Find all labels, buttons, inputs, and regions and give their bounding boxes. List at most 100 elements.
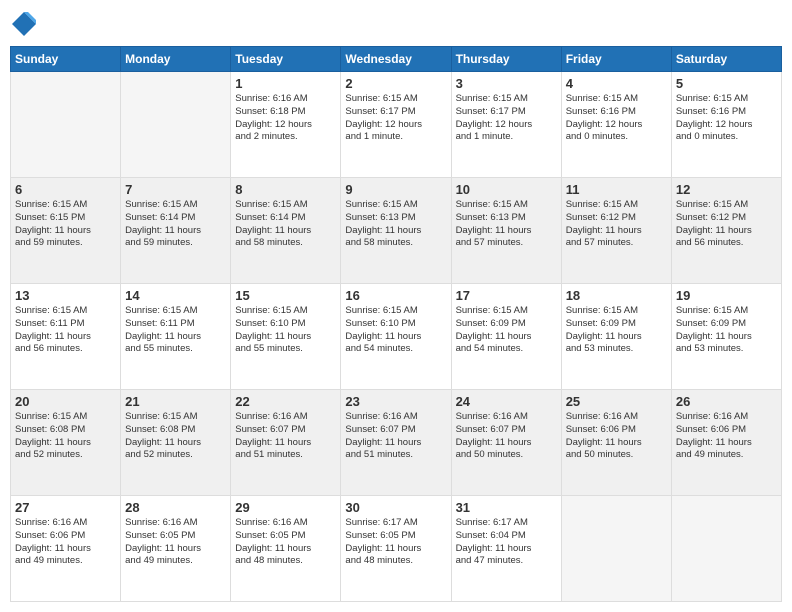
calendar-cell: 8 Sunrise: 6:15 AM Sunset: 6:14 PM Daylig…: [231, 178, 341, 284]
calendar-cell: 19 Sunrise: 6:15 AM Sunset: 6:09 PM Dayli…: [671, 284, 781, 390]
cell-info: Sunrise: 6:16 AM Sunset: 6:06 PM Dayligh…: [566, 411, 667, 462]
cell-info: Sunrise: 6:16 AM Sunset: 6:07 PM Dayligh…: [456, 411, 557, 462]
col-header-saturday: Saturday: [671, 47, 781, 72]
col-header-wednesday: Wednesday: [341, 47, 451, 72]
day-number: 8: [235, 182, 336, 197]
calendar-cell: 13 Sunrise: 6:15 AM Sunset: 6:11 PM Dayli…: [11, 284, 121, 390]
day-number: 18: [566, 288, 667, 303]
calendar-cell: 1 Sunrise: 6:16 AM Sunset: 6:18 PM Daylig…: [231, 72, 341, 178]
calendar-cell: 9Sunrise: 6:15 AM Sunset: 6:13 PM Daylig…: [341, 178, 451, 284]
day-number: 1: [235, 76, 336, 91]
cell-info: Sunrise: 6:15 AM Sunset: 6:13 PM Dayligh…: [345, 199, 446, 250]
cell-info: Sunrise: 6:15 AM Sunset: 6:08 PM Dayligh…: [125, 411, 226, 462]
calendar-cell: 29Sunrise: 6:16 AM Sunset: 6:05 PM Dayli…: [231, 496, 341, 602]
day-number: 7: [125, 182, 226, 197]
calendar-cell: 4 Sunrise: 6:15 AM Sunset: 6:16 PM Daylig…: [561, 72, 671, 178]
calendar-cell: 22Sunrise: 6:16 AM Sunset: 6:07 PM Dayli…: [231, 390, 341, 496]
day-number: 14: [125, 288, 226, 303]
cell-info: Sunrise: 6:15 AM Sunset: 6:14 PM Dayligh…: [235, 199, 336, 250]
cell-info: Sunrise: 6:15 AM Sunset: 6:09 PM Dayligh…: [676, 305, 777, 356]
day-number: 13: [15, 288, 116, 303]
calendar-cell: 25 Sunrise: 6:16 AM Sunset: 6:06 PM Dayli…: [561, 390, 671, 496]
calendar-cell: 6 Sunrise: 6:15 AM Sunset: 6:15 PM Daylig…: [11, 178, 121, 284]
calendar-week-row: 20 Sunrise: 6:15 AM Sunset: 6:08 PM Dayli…: [11, 390, 782, 496]
day-number: 5: [676, 76, 777, 91]
calendar-cell: 31 Sunrise: 6:17 AM Sunset: 6:04 PM Dayli…: [451, 496, 561, 602]
calendar-cell: 2Sunrise: 6:15 AM Sunset: 6:17 PM Daylig…: [341, 72, 451, 178]
calendar-cell: [671, 496, 781, 602]
cell-info: Sunrise: 6:15 AM Sunset: 6:17 PM Dayligh…: [456, 93, 557, 144]
calendar-cell: 20 Sunrise: 6:15 AM Sunset: 6:08 PM Dayli…: [11, 390, 121, 496]
calendar-cell: 26 Sunrise: 6:16 AM Sunset: 6:06 PM Dayli…: [671, 390, 781, 496]
cell-info: Sunrise: 6:15 AM Sunset: 6:08 PM Dayligh…: [15, 411, 116, 462]
calendar-cell: 23 Sunrise: 6:16 AM Sunset: 6:07 PM Dayli…: [341, 390, 451, 496]
cell-info: Sunrise: 6:15 AM Sunset: 6:16 PM Dayligh…: [676, 93, 777, 144]
cell-info: Sunrise: 6:17 AM Sunset: 6:05 PM Dayligh…: [345, 517, 446, 568]
calendar-cell: 10 Sunrise: 6:15 AM Sunset: 6:13 PM Dayli…: [451, 178, 561, 284]
day-number: 21: [125, 394, 226, 409]
calendar-cell: 3 Sunrise: 6:15 AM Sunset: 6:17 PM Daylig…: [451, 72, 561, 178]
calendar-cell: 7Sunrise: 6:15 AM Sunset: 6:14 PM Daylig…: [121, 178, 231, 284]
header: [10, 10, 782, 38]
cell-info: Sunrise: 6:16 AM Sunset: 6:07 PM Dayligh…: [345, 411, 446, 462]
calendar-week-row: 1 Sunrise: 6:16 AM Sunset: 6:18 PM Daylig…: [11, 72, 782, 178]
day-number: 27: [15, 500, 116, 515]
day-number: 2: [345, 76, 446, 91]
calendar-cell: 12 Sunrise: 6:15 AM Sunset: 6:12 PM Dayli…: [671, 178, 781, 284]
calendar-week-row: 27Sunrise: 6:16 AM Sunset: 6:06 PM Dayli…: [11, 496, 782, 602]
cell-info: Sunrise: 6:15 AM Sunset: 6:10 PM Dayligh…: [235, 305, 336, 356]
calendar-cell: [121, 72, 231, 178]
calendar-cell: 16 Sunrise: 6:15 AM Sunset: 6:10 PM Dayli…: [341, 284, 451, 390]
calendar-cell: 18Sunrise: 6:15 AM Sunset: 6:09 PM Dayli…: [561, 284, 671, 390]
cell-info: Sunrise: 6:16 AM Sunset: 6:07 PM Dayligh…: [235, 411, 336, 462]
day-number: 11: [566, 182, 667, 197]
cell-info: Sunrise: 6:15 AM Sunset: 6:09 PM Dayligh…: [456, 305, 557, 356]
logo-icon: [10, 10, 38, 38]
cell-info: Sunrise: 6:15 AM Sunset: 6:11 PM Dayligh…: [125, 305, 226, 356]
calendar-cell: 17 Sunrise: 6:15 AM Sunset: 6:09 PM Dayli…: [451, 284, 561, 390]
cell-info: Sunrise: 6:16 AM Sunset: 6:18 PM Dayligh…: [235, 93, 336, 144]
cell-info: Sunrise: 6:15 AM Sunset: 6:13 PM Dayligh…: [456, 199, 557, 250]
calendar-cell: 15Sunrise: 6:15 AM Sunset: 6:10 PM Dayli…: [231, 284, 341, 390]
calendar-header-row: SundayMondayTuesdayWednesdayThursdayFrid…: [11, 47, 782, 72]
cell-info: Sunrise: 6:15 AM Sunset: 6:10 PM Dayligh…: [345, 305, 446, 356]
cell-info: Sunrise: 6:15 AM Sunset: 6:16 PM Dayligh…: [566, 93, 667, 144]
calendar-cell: 30 Sunrise: 6:17 AM Sunset: 6:05 PM Dayli…: [341, 496, 451, 602]
cell-info: Sunrise: 6:15 AM Sunset: 6:12 PM Dayligh…: [676, 199, 777, 250]
day-number: 31: [456, 500, 557, 515]
col-header-monday: Monday: [121, 47, 231, 72]
cell-info: Sunrise: 6:16 AM Sunset: 6:05 PM Dayligh…: [125, 517, 226, 568]
day-number: 16: [345, 288, 446, 303]
calendar-week-row: 6 Sunrise: 6:15 AM Sunset: 6:15 PM Daylig…: [11, 178, 782, 284]
cell-info: Sunrise: 6:15 AM Sunset: 6:15 PM Dayligh…: [15, 199, 116, 250]
day-number: 20: [15, 394, 116, 409]
calendar-cell: [11, 72, 121, 178]
col-header-sunday: Sunday: [11, 47, 121, 72]
calendar-cell: 28Sunrise: 6:16 AM Sunset: 6:05 PM Dayli…: [121, 496, 231, 602]
day-number: 3: [456, 76, 557, 91]
day-number: 25: [566, 394, 667, 409]
cell-info: Sunrise: 6:16 AM Sunset: 6:06 PM Dayligh…: [676, 411, 777, 462]
day-number: 6: [15, 182, 116, 197]
day-number: 30: [345, 500, 446, 515]
cell-info: Sunrise: 6:15 AM Sunset: 6:11 PM Dayligh…: [15, 305, 116, 356]
calendar-table: SundayMondayTuesdayWednesdayThursdayFrid…: [10, 46, 782, 602]
day-number: 29: [235, 500, 336, 515]
calendar-cell: [561, 496, 671, 602]
day-number: 19: [676, 288, 777, 303]
calendar-week-row: 13 Sunrise: 6:15 AM Sunset: 6:11 PM Dayli…: [11, 284, 782, 390]
calendar-cell: 21 Sunrise: 6:15 AM Sunset: 6:08 PM Dayli…: [121, 390, 231, 496]
calendar-cell: 24 Sunrise: 6:16 AM Sunset: 6:07 PM Dayli…: [451, 390, 561, 496]
day-number: 4: [566, 76, 667, 91]
day-number: 26: [676, 394, 777, 409]
col-header-thursday: Thursday: [451, 47, 561, 72]
cell-info: Sunrise: 6:17 AM Sunset: 6:04 PM Dayligh…: [456, 517, 557, 568]
calendar-cell: 14 Sunrise: 6:15 AM Sunset: 6:11 PM Dayli…: [121, 284, 231, 390]
day-number: 17: [456, 288, 557, 303]
day-number: 24: [456, 394, 557, 409]
day-number: 10: [456, 182, 557, 197]
logo: [10, 10, 42, 38]
day-number: 12: [676, 182, 777, 197]
calendar-cell: 11Sunrise: 6:15 AM Sunset: 6:12 PM Dayli…: [561, 178, 671, 284]
day-number: 23: [345, 394, 446, 409]
